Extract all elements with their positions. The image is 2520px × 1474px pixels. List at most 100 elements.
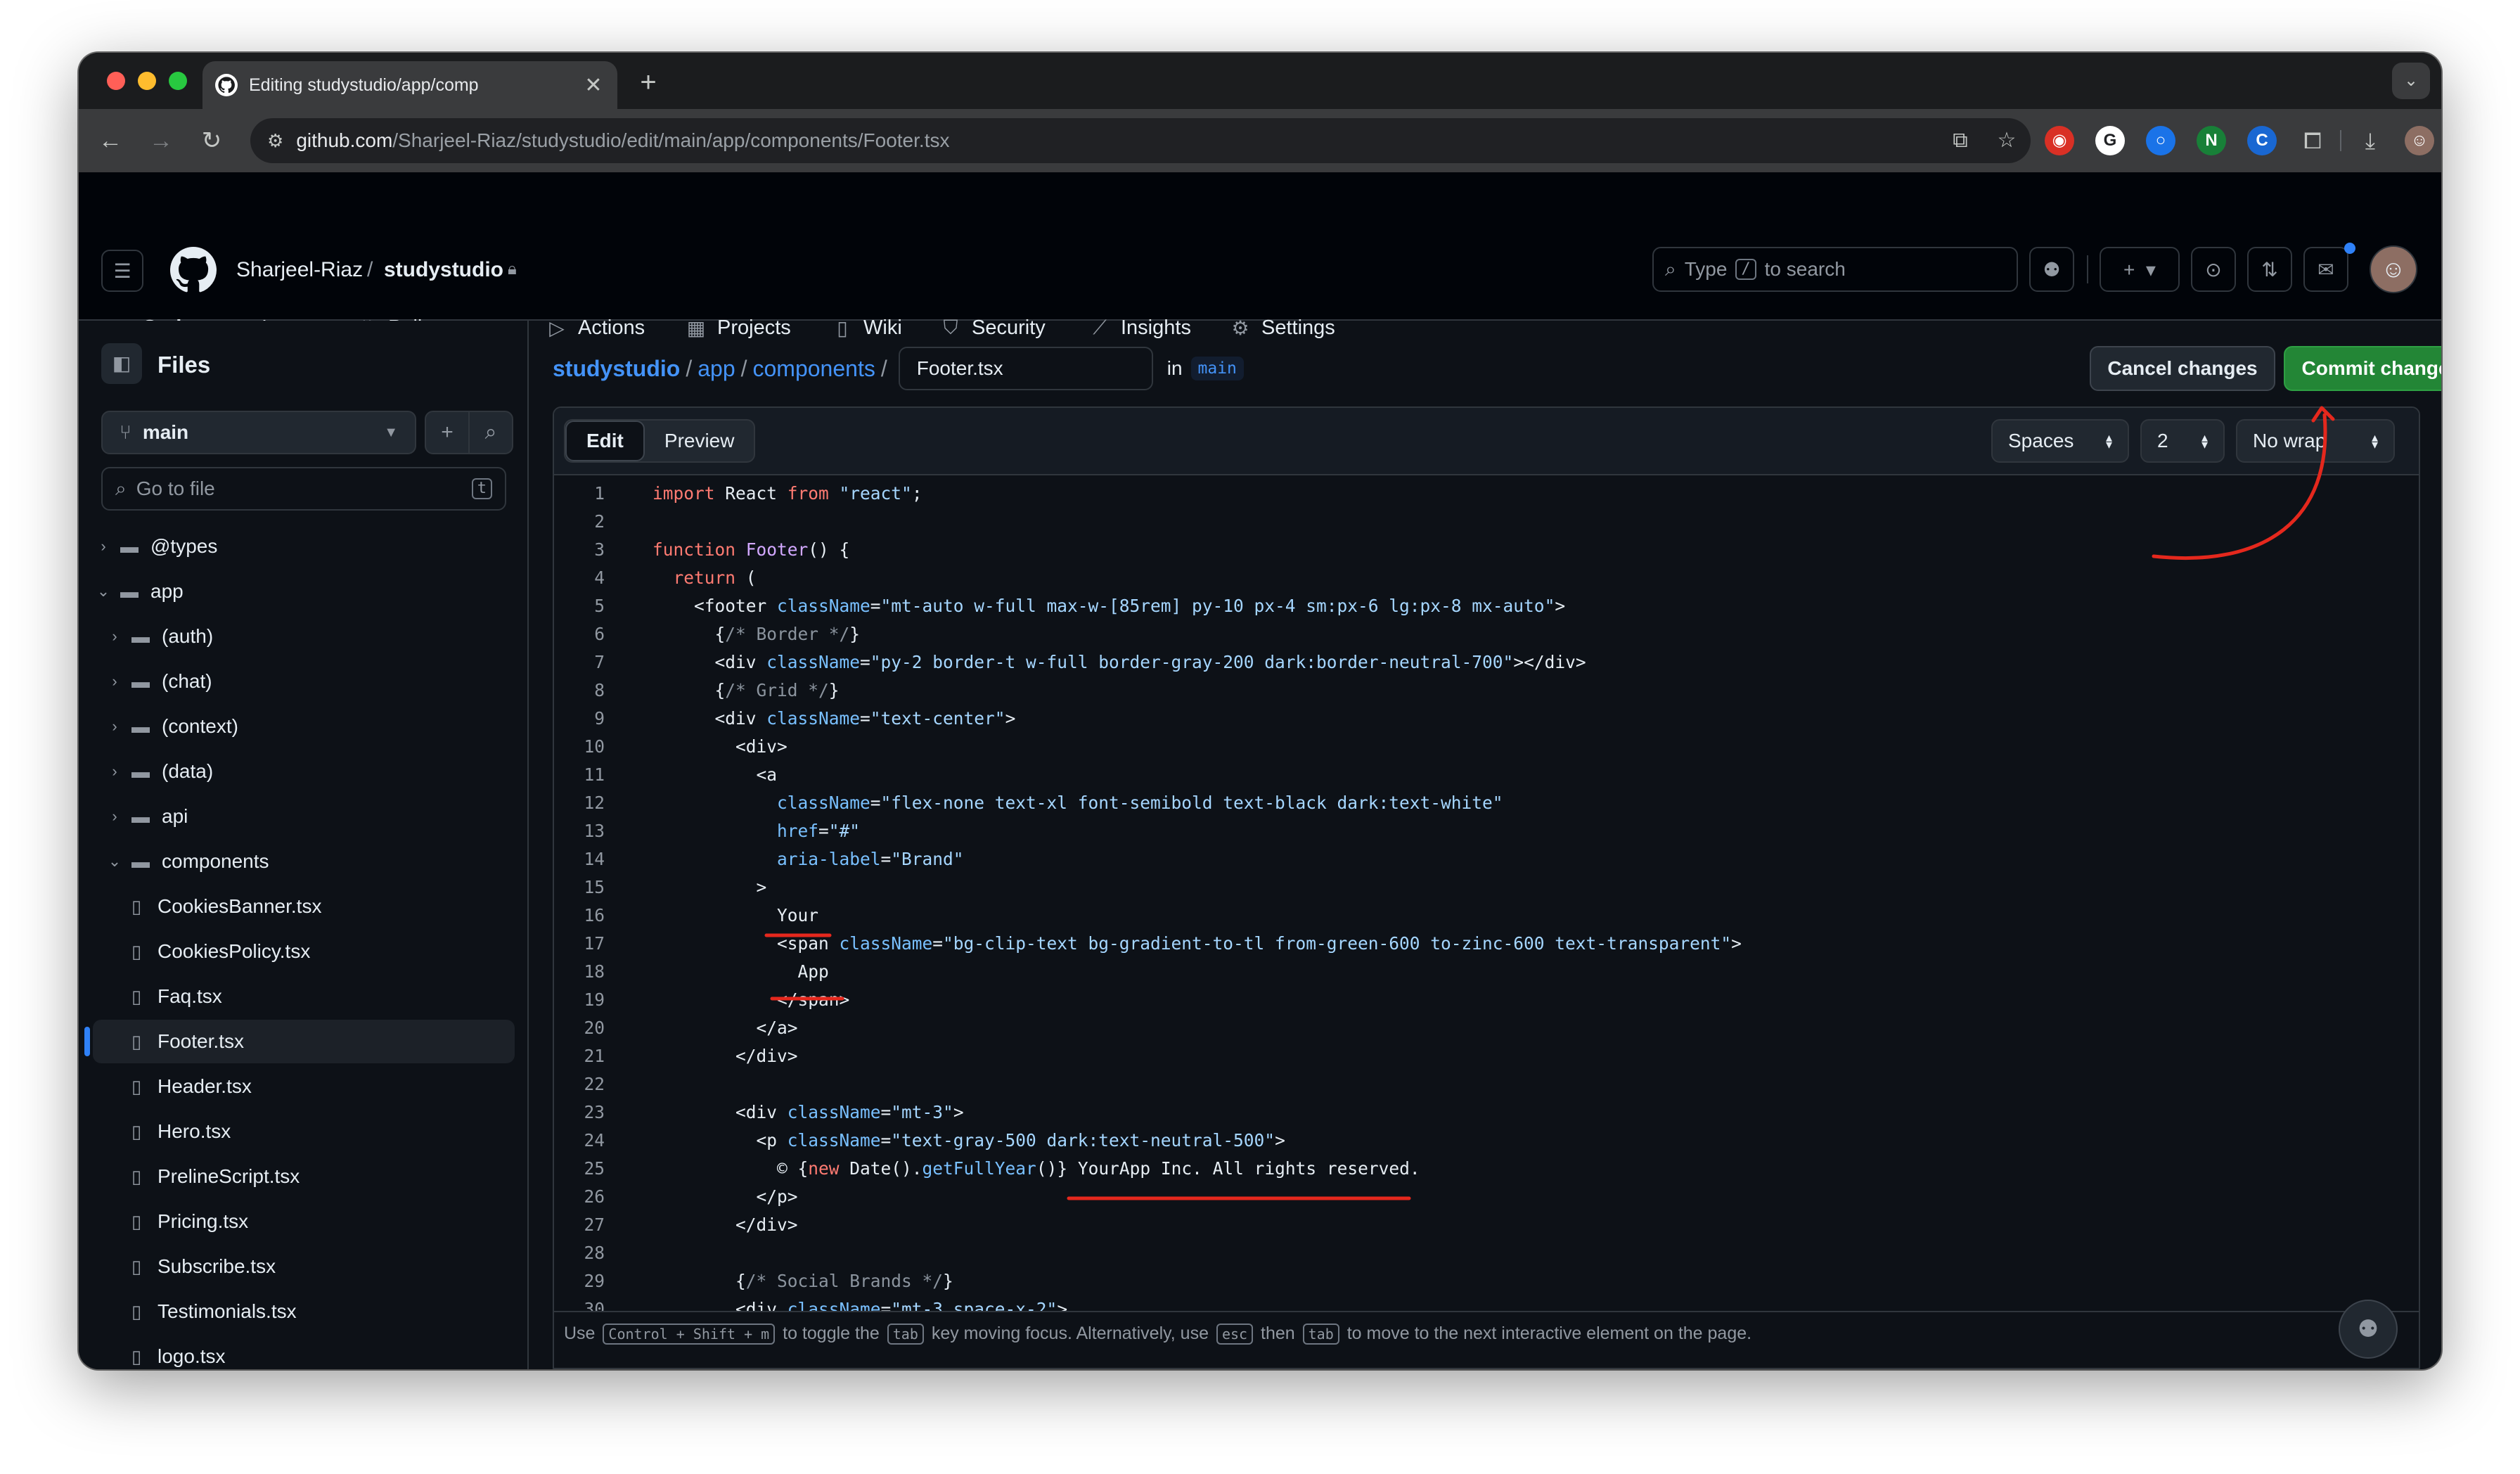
tab-search-button[interactable]: ⌄ [2392, 63, 2430, 99]
minimize-window-button[interactable] [138, 72, 156, 90]
tree-file[interactable]: ▯ Header.tsx [93, 1065, 515, 1108]
inbox-icon[interactable]: ✉ [2303, 247, 2348, 292]
profile-avatar[interactable]: ☺ [2405, 126, 2434, 155]
filename-input[interactable]: Footer.tsx [898, 347, 1153, 390]
wrap-mode-select[interactable]: No wrap ▴ ▾ [2236, 419, 2395, 463]
code-line[interactable]: 9 <div className="text-center"> [554, 705, 2419, 733]
code-line[interactable]: 8 {/* Grid */} [554, 677, 2419, 705]
tree-folder[interactable]: › ▬ api [93, 795, 515, 838]
tree-file[interactable]: ▯ logo.tsx [93, 1335, 515, 1369]
download-icon[interactable]: ⤓ [2354, 124, 2386, 157]
github-logo-icon[interactable] [170, 247, 217, 293]
back-icon[interactable]: ← [94, 124, 127, 157]
crumb-repo-link[interactable]: studystudio [553, 356, 680, 382]
grammarly-extension-icon[interactable]: G [2095, 126, 2125, 155]
code-line[interactable]: 13 href="#" [554, 817, 2419, 845]
tree-file[interactable]: ▯ Faq.tsx [93, 975, 515, 1018]
branch-selector[interactable]: ⑂ main ▼ [101, 411, 416, 454]
repo-name-link[interactable]: studystudio [384, 258, 503, 282]
collapse-sidebar-icon[interactable]: ◧ [101, 343, 142, 384]
code-line[interactable]: 6 {/* Border */} [554, 620, 2419, 648]
code-line[interactable]: 12 className="flex-none text-xl font-sem… [554, 789, 2419, 817]
code-line[interactable]: 2 [554, 508, 2419, 536]
maximize-window-button[interactable] [169, 72, 187, 90]
code-line[interactable]: 21 </div> [554, 1042, 2419, 1070]
install-app-icon[interactable]: ⧉ [1948, 128, 1973, 153]
indent-mode-select[interactable]: Spaces ▴ ▾ [1991, 419, 2129, 463]
code-line[interactable]: 7 <div className="py-2 border-t w-full b… [554, 648, 2419, 677]
crumb-app-link[interactable]: app [698, 356, 735, 382]
commit-changes-button[interactable]: Commit changes... [2284, 346, 2441, 391]
extension-red-icon[interactable]: ◉ [2045, 126, 2074, 155]
code-line[interactable]: 5 <footer className="mt-auto w-full max-… [554, 592, 2419, 620]
hamburger-menu-button[interactable]: ☰ [101, 250, 143, 292]
tree-file[interactable]: ▯ Footer.tsx [84, 1020, 515, 1063]
chevron-right-icon[interactable]: › [104, 717, 125, 736]
code-line[interactable]: 18 App [554, 958, 2419, 986]
tree-folder[interactable]: › ▬ (auth) [93, 615, 515, 658]
search-files-button[interactable]: ⌕ [468, 411, 513, 454]
code-line[interactable]: 15 > [554, 873, 2419, 902]
browser-tab[interactable]: Editing studystudio/app/comp ✕ [202, 61, 617, 109]
issues-icon[interactable]: ⊙ [2191, 247, 2236, 292]
code-line[interactable]: 14 aria-label="Brand" [554, 845, 2419, 873]
tab-preview[interactable]: Preview [645, 421, 754, 461]
new-tab-button[interactable]: + [633, 67, 664, 98]
tree-file[interactable]: ▯ PrelineScript.tsx [93, 1155, 515, 1198]
code-line[interactable]: 24 <p className="text-gray-500 dark:text… [554, 1127, 2419, 1155]
tree-file[interactable]: ▯ Hero.tsx [93, 1110, 515, 1153]
code-line[interactable]: 23 <div className="mt-3"> [554, 1098, 2419, 1127]
address-bar[interactable]: ⚙ github.com/Sharjeel-Riaz/studystudio/e… [250, 118, 2031, 163]
tree-folder[interactable]: ⌄ ▬ components [93, 840, 515, 883]
code-line[interactable]: 3 function Footer() { [554, 536, 2419, 564]
extension-blue-icon[interactable]: C [2247, 126, 2277, 155]
code-line[interactable]: 29 {/* Social Brands */} [554, 1267, 2419, 1295]
code-line[interactable]: 28 [554, 1239, 2419, 1267]
tree-file[interactable]: ▯ CookiesBanner.tsx [93, 885, 515, 928]
create-new-button[interactable]: + ▾ [2100, 247, 2180, 292]
repo-owner-link[interactable]: Sharjeel-Riaz [236, 258, 363, 282]
extensions-puzzle-icon[interactable]: ⧠ [2296, 124, 2329, 157]
tree-file[interactable]: ▯ Pricing.tsx [93, 1200, 515, 1243]
chevron-right-icon[interactable]: › [104, 807, 125, 826]
code-line[interactable]: 10 <div> [554, 733, 2419, 761]
code-line[interactable]: 27 </div> [554, 1211, 2419, 1239]
extension-green-icon[interactable]: N [2197, 126, 2226, 155]
code-line[interactable]: 20 </a> [554, 1014, 2419, 1042]
code-area[interactable]: 1 import React from "react"; 2 3 function Fo… [554, 475, 2419, 1311]
chevron-down-icon[interactable]: ⌄ [93, 582, 114, 601]
tree-folder[interactable]: ⌄ ▬ app [93, 570, 515, 613]
extension-circle-icon[interactable]: ○ [2146, 126, 2175, 155]
tree-file[interactable]: ▯ Subscribe.tsx [93, 1245, 515, 1288]
pull-requests-icon[interactable]: ⇅ [2247, 247, 2292, 292]
chevron-right-icon[interactable]: › [104, 627, 125, 646]
copilot-chat-button[interactable]: ⚉ [2339, 1300, 2398, 1359]
chevron-right-icon[interactable]: › [104, 672, 125, 691]
code-line[interactable]: 11 <a [554, 761, 2419, 789]
close-window-button[interactable] [107, 72, 125, 90]
reload-icon[interactable]: ↻ [195, 124, 228, 157]
tree-folder[interactable]: › ▬ @types [93, 525, 515, 568]
code-line[interactable]: 30 <div className="mt-3 space-x-2"> [554, 1295, 2419, 1311]
add-file-button[interactable]: + [425, 411, 470, 454]
tree-file[interactable]: ▯ CookiesPolicy.tsx [93, 930, 515, 973]
tree-file[interactable]: ▯ Testimonials.tsx [93, 1290, 515, 1333]
code-line[interactable]: 26 </p> [554, 1183, 2419, 1211]
bookmark-star-icon[interactable]: ☆ [1994, 128, 2019, 153]
code-line[interactable]: 19 </span> [554, 986, 2419, 1014]
site-info-icon[interactable]: ⚙ [267, 130, 283, 152]
tree-folder[interactable]: › ▬ (data) [93, 750, 515, 793]
chevron-right-icon[interactable]: › [104, 762, 125, 781]
code-line[interactable]: 22 [554, 1070, 2419, 1098]
chevron-right-icon[interactable]: › [93, 537, 114, 556]
crumb-components-link[interactable]: components [753, 356, 875, 382]
code-line[interactable]: 4 return ( [554, 564, 2419, 592]
tree-folder[interactable]: › ▬ (context) [93, 705, 515, 748]
copilot-button[interactable]: ⚉ [2029, 247, 2074, 292]
code-line[interactable]: 1 import React from "react"; [554, 480, 2419, 508]
chevron-down-icon[interactable]: ⌄ [104, 852, 125, 871]
tree-folder[interactable]: › ▬ (chat) [93, 660, 515, 703]
tab-close-icon[interactable]: ✕ [582, 73, 605, 98]
code-line[interactable]: 17 <span className="bg-clip-text bg-grad… [554, 930, 2419, 958]
user-avatar[interactable]: ☺ [2370, 245, 2417, 293]
